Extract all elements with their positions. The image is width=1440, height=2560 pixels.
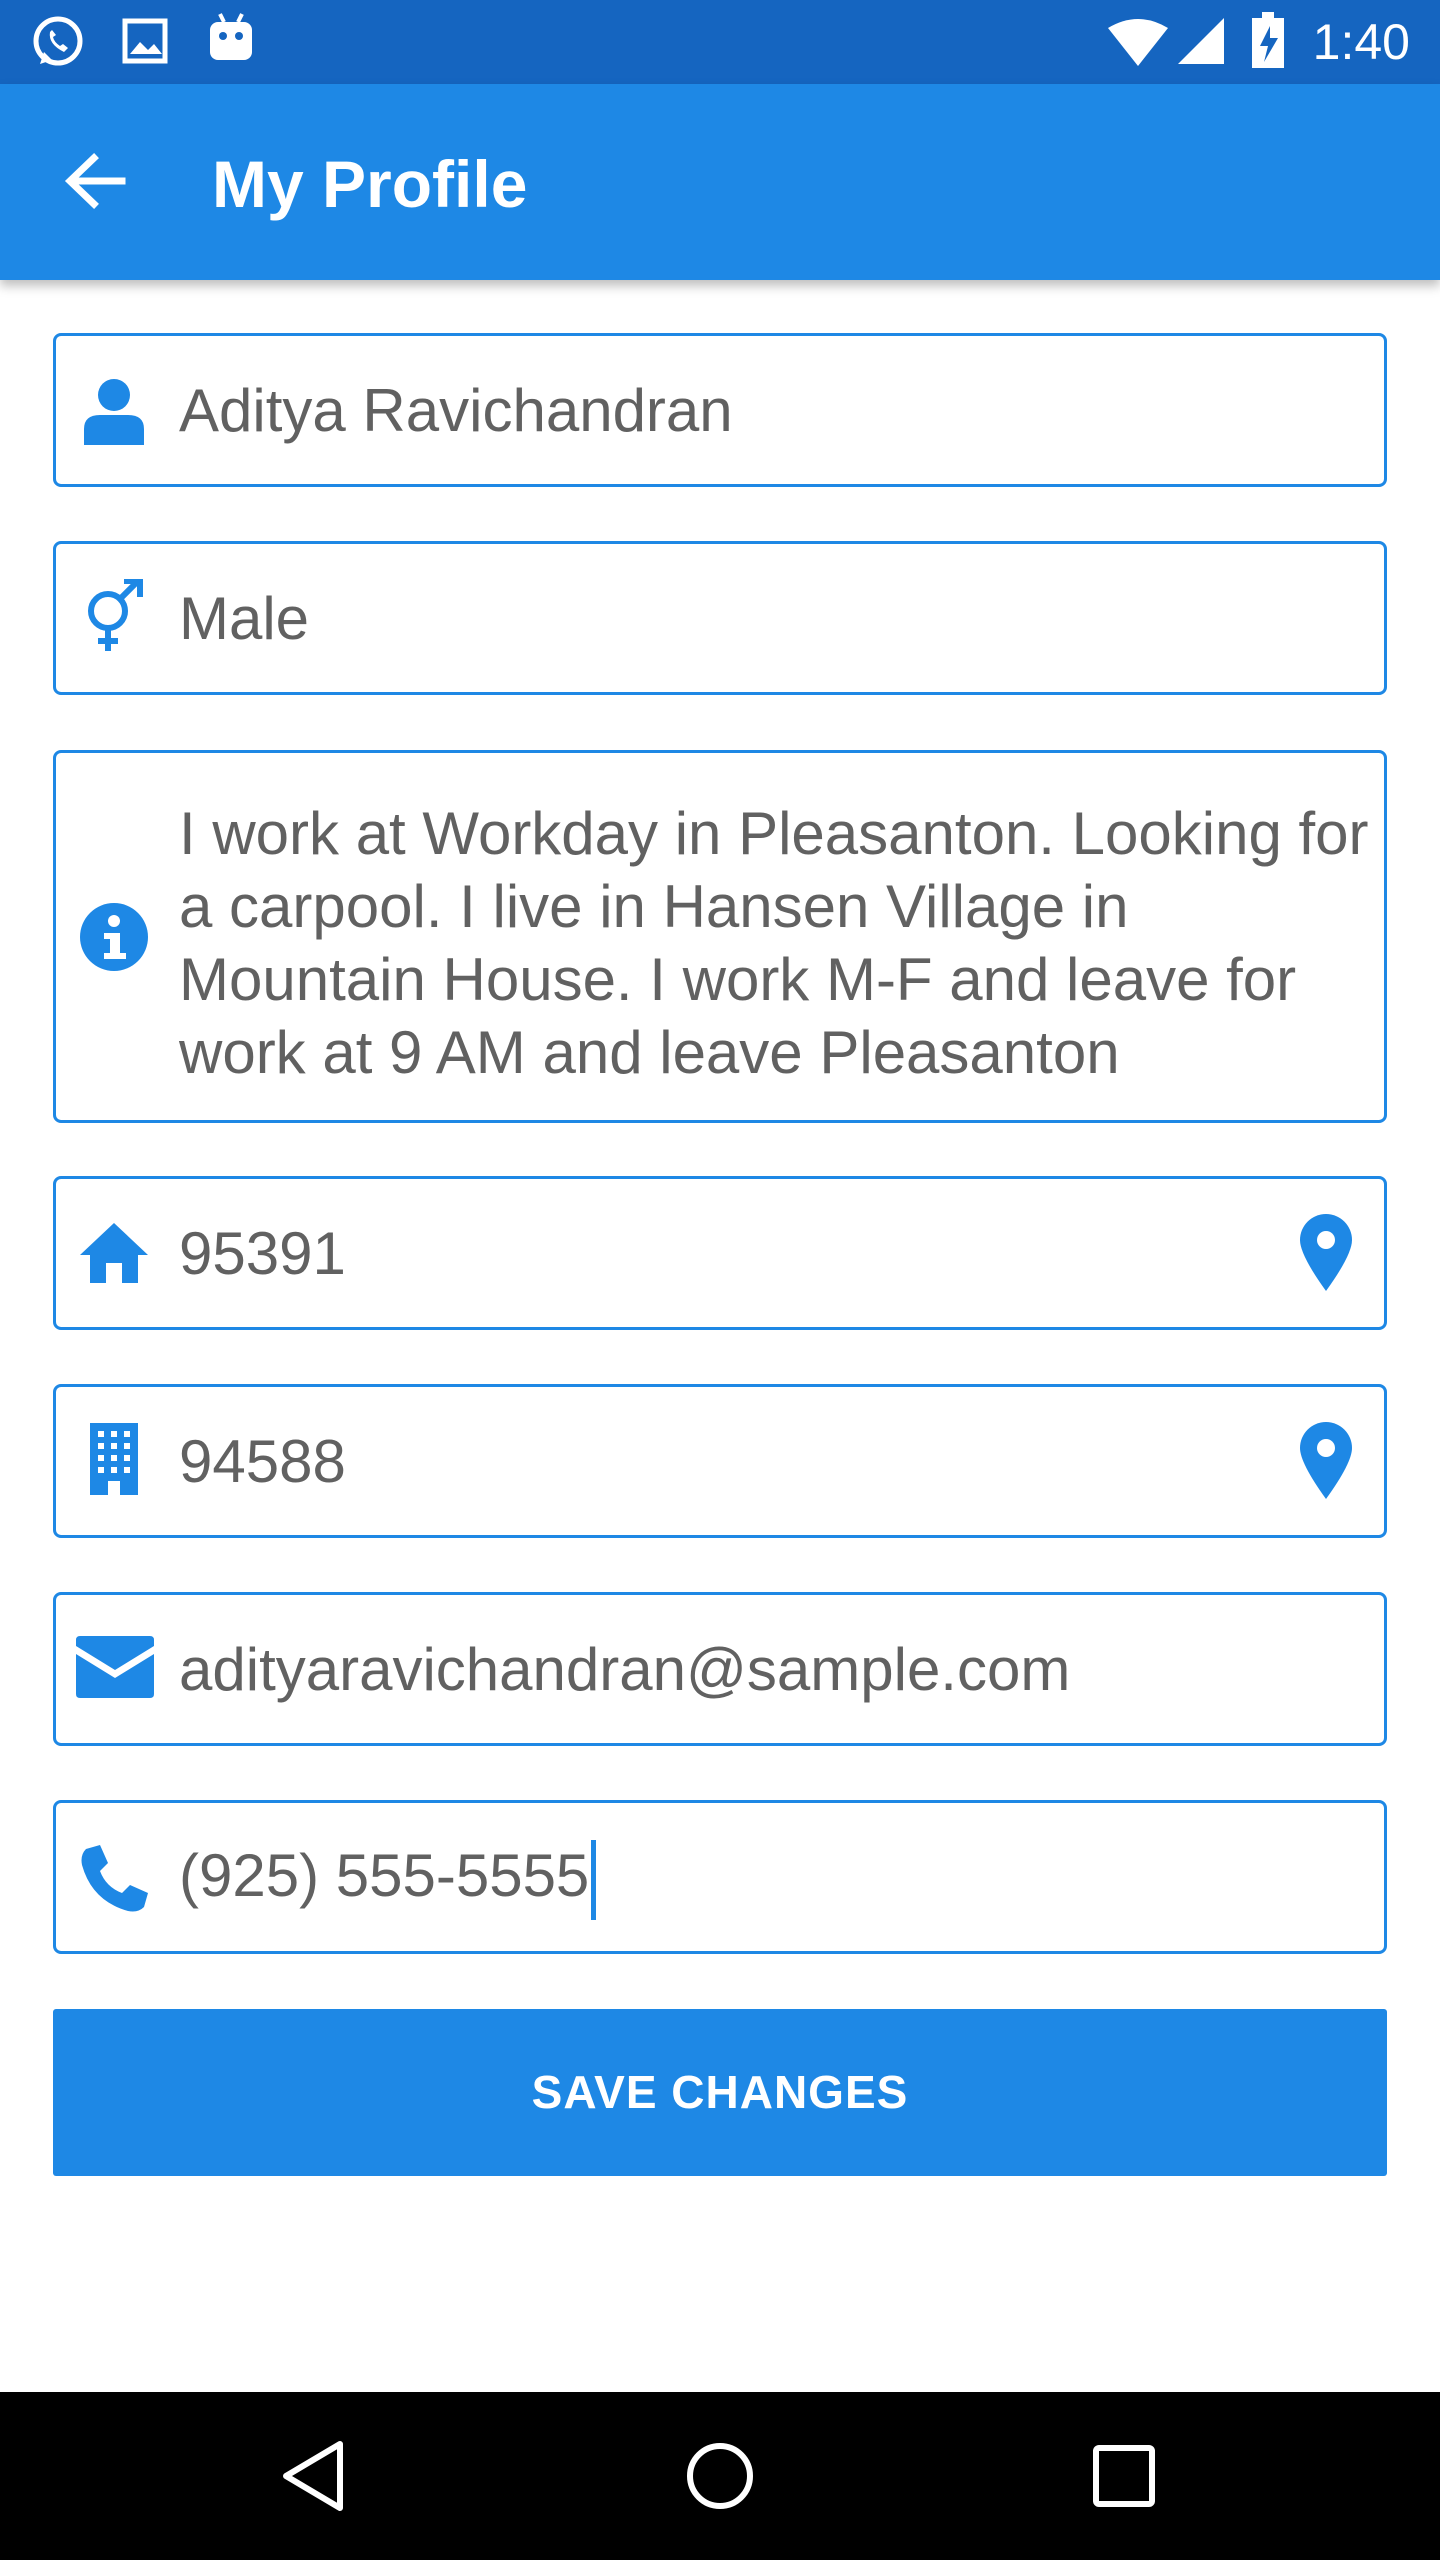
battery-charging-icon <box>1252 12 1284 68</box>
gender-value: Male <box>179 585 310 652</box>
phone-text: (925) 555-5555 <box>179 1842 590 1909</box>
phone-value: (925) 555-5555 <box>179 1840 597 1921</box>
status-time: 1:40 <box>1312 14 1410 70</box>
back-nav-icon[interactable] <box>276 2436 356 2516</box>
navigation-bar <box>0 2392 1440 2560</box>
text-cursor <box>591 1840 597 1921</box>
wifi-icon <box>1108 19 1168 66</box>
location-pin-icon[interactable] <box>1298 1421 1354 1501</box>
image-icon <box>122 18 168 64</box>
page-title: My Profile <box>212 147 528 221</box>
email-field[interactable]: adityaravichandran@sample.com <box>53 1592 1387 1746</box>
home-icon <box>80 1223 148 1283</box>
recents-nav-icon[interactable] <box>1084 2436 1164 2516</box>
gender-field[interactable]: Male <box>53 541 1387 695</box>
location-pin-icon[interactable] <box>1298 1213 1354 1293</box>
bio-field[interactable]: I work at Workday in Pleasanton. Looking… <box>53 750 1387 1123</box>
building-icon <box>90 1423 138 1495</box>
status-bar: 1:40 <box>0 0 1440 84</box>
name-field[interactable]: Aditya Ravichandran <box>53 333 1387 487</box>
gender-icon <box>88 579 143 651</box>
home-zip-value: 95391 <box>179 1220 346 1287</box>
whatsapp-icon <box>33 16 83 66</box>
phone-icon <box>81 1845 148 1912</box>
home-nav-icon[interactable] <box>680 2436 760 2516</box>
signal-icon <box>1178 18 1224 64</box>
app-bar: My Profile <box>0 84 1440 280</box>
android-icon <box>210 13 252 60</box>
bio-value: I work at Workday in Pleasanton. Looking… <box>179 800 1369 1086</box>
email-icon <box>76 1636 154 1698</box>
arrow-back-icon[interactable] <box>60 146 130 216</box>
save-changes-button[interactable]: SAVE CHANGES <box>53 2009 1387 2176</box>
work-zip-field[interactable]: 94588 <box>53 1384 1387 1538</box>
work-zip-value: 94588 <box>179 1428 346 1495</box>
person-icon <box>84 379 144 445</box>
home-zip-field[interactable]: 95391 <box>53 1176 1387 1330</box>
phone-field[interactable]: (925) 555-5555 <box>53 1800 1387 1954</box>
info-icon <box>80 903 148 971</box>
email-value: adityaravichandran@sample.com <box>179 1636 1071 1703</box>
name-value: Aditya Ravichandran <box>179 377 733 444</box>
